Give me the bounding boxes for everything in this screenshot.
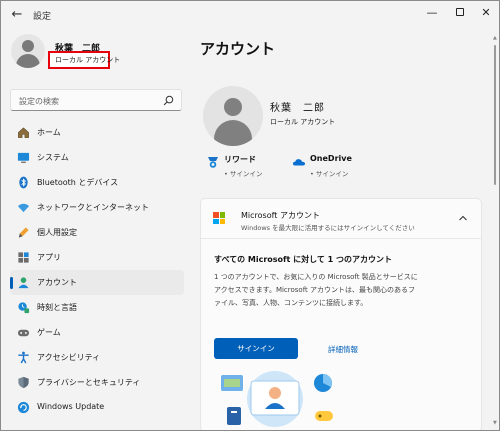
microsoft-account-subtitle: Windows を最大限に活用するにはサインインしてください: [241, 224, 415, 232]
accessibility-icon: [18, 351, 29, 364]
microsoft-account-title: Microsoft アカウント: [241, 211, 320, 220]
close-button[interactable]: ✕: [473, 4, 499, 22]
sidebar-item-bluetooth[interactable]: Bluetooth とデバイス: [10, 170, 184, 195]
active-indicator: [10, 277, 13, 289]
onedrive-service[interactable]: OneDrive • サインイン: [292, 154, 382, 178]
microsoft-account-card: Microsoft アカウント Windows を最大限に活用するにはサインイン…: [200, 198, 482, 430]
home-icon: [18, 127, 29, 138]
personalization-icon: [18, 227, 29, 238]
search-placeholder: 設定の検索: [19, 97, 59, 106]
sidebar-item-label: 個人用設定: [37, 228, 77, 237]
sidebar-item-home[interactable]: ホーム: [10, 120, 184, 145]
profile-account-type: ローカル アカウント: [55, 56, 121, 64]
microsoft-account-heading: すべての Microsoft に対して 1 つのアカウント: [214, 255, 393, 264]
sidebar-item-gaming[interactable]: ゲーム: [10, 320, 184, 345]
time-language-icon: [18, 302, 30, 314]
microsoft-account-description: 1 つのアカウントで、お気に入りの Microsoft 製品とサービスにアクセス…: [214, 273, 418, 307]
sidebar-item-system[interactable]: システム: [10, 145, 184, 170]
windows-update-icon: [17, 401, 30, 414]
account-name: 秋葉 二郎: [270, 103, 325, 114]
maximize-button[interactable]: [447, 4, 473, 22]
sidebar-item-label: ゲーム: [37, 328, 61, 337]
account-type: ローカル アカウント: [270, 118, 336, 126]
settings-search-input[interactable]: 設定の検索: [10, 89, 182, 111]
sidebar-item-label: アクセシビリティ: [37, 353, 101, 362]
scroll-down-icon[interactable]: ▼: [493, 420, 497, 426]
rewards-status: • サインイン: [224, 170, 263, 178]
sidebar-item-network[interactable]: ネットワークとインターネット: [10, 195, 184, 220]
sidebar-item-accounts[interactable]: アカウント: [10, 270, 184, 295]
sidebar-item-time-language[interactable]: 時刻と言語: [10, 295, 184, 320]
page-title: アカウント: [200, 40, 276, 58]
onedrive-status: • サインイン: [310, 170, 349, 178]
window-title: 設定: [33, 12, 52, 22]
search-icon: [163, 95, 174, 106]
sidebar-item-apps[interactable]: アプリ: [10, 245, 184, 270]
microsoft-account-header[interactable]: Microsoft アカウント Windows を最大限に活用するにはサインイン…: [201, 199, 481, 239]
chevron-up-icon[interactable]: [457, 213, 469, 223]
sidebar-item-windows-update[interactable]: Windows Update: [10, 395, 184, 420]
sidebar-item-label: ネットワークとインターネット: [37, 203, 149, 212]
profile-account-type-highlight: ローカル アカウント: [48, 51, 120, 69]
sidebar-item-label: アカウント: [37, 278, 77, 287]
microsoft-logo-icon: [213, 212, 225, 224]
bluetooth-icon: [19, 176, 28, 189]
sidebar-item-label: プライバシーとセキュリティ: [37, 378, 141, 387]
system-icon: [17, 152, 30, 163]
account-avatar[interactable]: [203, 86, 263, 146]
rewards-icon: [208, 157, 218, 168]
sidebar-nav: ホーム システム Bluetooth とデバイス ネットワークとインターネット: [10, 120, 184, 420]
back-button[interactable]: ←: [7, 7, 27, 23]
sidebar-item-label: Windows Update: [37, 402, 105, 411]
apps-icon: [18, 252, 29, 263]
rewards-service[interactable]: リワード • サインイン: [206, 154, 286, 178]
profile-avatar[interactable]: [11, 34, 45, 68]
learn-more-link[interactable]: 詳細情報: [328, 344, 358, 355]
sidebar-item-label: ホーム: [37, 128, 61, 137]
network-icon: [17, 203, 30, 213]
sidebar-item-accessibility[interactable]: アクセシビリティ: [10, 345, 184, 370]
sidebar-item-label: システム: [37, 153, 69, 162]
account-illustration: [221, 371, 333, 427]
maximize-icon: [456, 8, 464, 16]
scroll-up-icon[interactable]: ▲: [493, 35, 497, 41]
gaming-icon: [17, 329, 30, 337]
sidebar-item-label: Bluetooth とデバイス: [37, 178, 119, 187]
accounts-icon: [18, 277, 29, 289]
sidebar-item-personalization[interactable]: 個人用設定: [10, 220, 184, 245]
minimize-button[interactable]: —: [419, 4, 445, 22]
rewards-name: リワード: [224, 155, 256, 164]
sidebar-item-privacy[interactable]: プライバシーとセキュリティ: [10, 370, 184, 395]
title-bar: ← 設定 — ✕: [1, 1, 499, 29]
sidebar-item-label: アプリ: [37, 253, 61, 262]
settings-window: ← 設定 — ✕ 秋葉 二郎 ローカル アカウント 設定の検索 ホーム システム…: [0, 0, 500, 431]
scrollbar-thumb[interactable]: [494, 45, 496, 185]
sidebar-item-label: 時刻と言語: [37, 303, 77, 312]
onedrive-icon: [292, 159, 305, 166]
shield-icon: [18, 376, 29, 389]
onedrive-name: OneDrive: [310, 154, 352, 163]
sign-in-button[interactable]: サインイン: [214, 338, 298, 359]
